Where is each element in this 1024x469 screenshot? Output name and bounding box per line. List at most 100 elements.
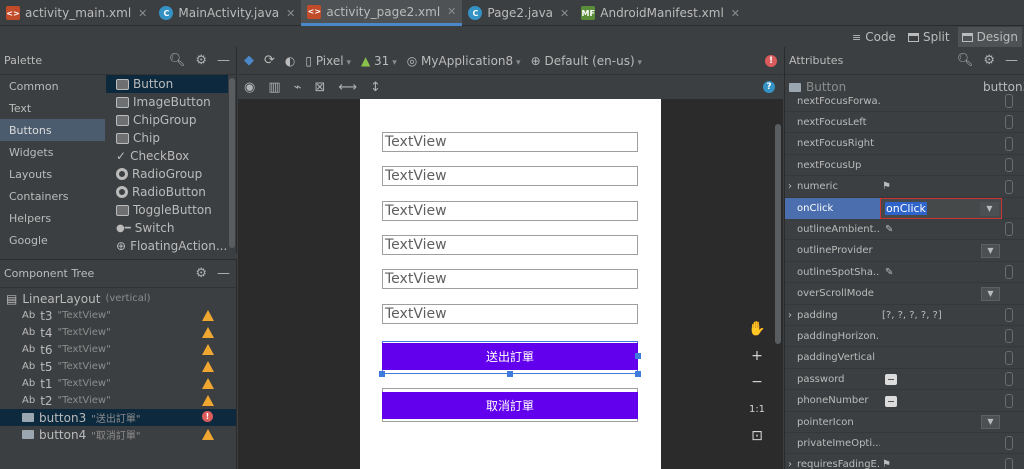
warning-icon[interactable] bbox=[202, 361, 214, 372]
category-helpers[interactable]: Helpers bbox=[0, 207, 105, 229]
attribute-row[interactable]: pointerIcon ▼ bbox=[785, 412, 1024, 433]
attribute-row[interactable]: overScrollMode ▼ bbox=[785, 284, 1024, 305]
palette-item-radiogroup[interactable]: RadioGroup bbox=[106, 165, 228, 183]
toggle-icon[interactable] bbox=[885, 395, 897, 407]
palette-item-checkbox[interactable]: ✓ CheckBox bbox=[106, 147, 228, 165]
align-vertical-icon[interactable]: ↕ bbox=[370, 80, 381, 95]
tree-item-t6[interactable]: Ab t6 "TextView" bbox=[0, 341, 236, 358]
attribute-row[interactable]: outlineProvider ▼ bbox=[785, 241, 1024, 262]
tree-item-t5[interactable]: Ab t5 "TextView" bbox=[0, 358, 236, 375]
attribute-row[interactable]: paddingVertical bbox=[785, 348, 1024, 369]
attribute-row[interactable]: privateImeOpti... bbox=[785, 433, 1024, 455]
attribute-row[interactable]: nextFocusForwa... bbox=[785, 91, 1024, 112]
resource-browse-icon[interactable] bbox=[1005, 136, 1013, 151]
category-layouts[interactable]: Layouts bbox=[0, 163, 105, 185]
palette-item-togglebutton[interactable]: ToggleButton bbox=[106, 201, 228, 219]
attribute-row[interactable]: › padding [?, ?, ?, ?, ?] bbox=[785, 305, 1024, 326]
close-icon[interactable]: ✕ bbox=[447, 5, 456, 18]
attribute-row[interactable]: outlineAmbient... ✎ bbox=[785, 219, 1024, 241]
theme-dropdown[interactable]: ◎ MyApplication8 bbox=[407, 54, 521, 68]
flag-icon[interactable]: ⚑ bbox=[882, 181, 891, 192]
magnet-off-icon[interactable]: ⌁ bbox=[294, 80, 302, 95]
preview-submit-button[interactable]: 送出訂單 bbox=[382, 343, 638, 370]
device-dropdown[interactable]: ▯ Pixel bbox=[305, 54, 351, 68]
attribute-row[interactable]: › numeric ⚑ bbox=[785, 177, 1024, 198]
resource-browse-icon[interactable] bbox=[1005, 350, 1013, 365]
resource-browse-icon[interactable] bbox=[1005, 222, 1013, 237]
warning-icon[interactable] bbox=[202, 327, 214, 338]
tab-mainactivity-java[interactable]: C MainActivity.java ✕ bbox=[153, 0, 301, 26]
warning-icon[interactable] bbox=[202, 344, 214, 355]
canvas-scrollbar[interactable] bbox=[775, 124, 781, 344]
resource-browse-icon[interactable] bbox=[1005, 308, 1013, 322]
close-icon[interactable]: ✕ bbox=[731, 7, 740, 20]
attribute-row[interactable]: phoneNumber bbox=[785, 391, 1024, 412]
category-google[interactable]: Google bbox=[0, 229, 105, 251]
close-icon[interactable]: ✕ bbox=[138, 7, 147, 20]
warning-icon[interactable] bbox=[202, 310, 214, 321]
minimize-icon[interactable]: — bbox=[217, 266, 230, 281]
palette-item-imagebutton[interactable]: ImageButton bbox=[106, 93, 228, 111]
attribute-row[interactable]: nextFocusRight bbox=[785, 134, 1024, 155]
search-icon[interactable]: 🔍︎ bbox=[169, 53, 186, 68]
preview-textview-t2[interactable]: TextView bbox=[382, 304, 638, 324]
align-horizontal-icon[interactable]: ⟷ bbox=[338, 80, 357, 95]
close-icon[interactable]: ✕ bbox=[560, 7, 569, 20]
tab-page2-java[interactable]: C Page2.java ✕ bbox=[462, 0, 575, 26]
resource-browse-icon[interactable] bbox=[1005, 115, 1013, 130]
resize-handle[interactable] bbox=[635, 353, 641, 359]
zoom-out-button[interactable]: − bbox=[746, 373, 768, 392]
chevron-down-icon[interactable]: ▼ bbox=[981, 243, 1000, 258]
chevron-down-icon[interactable]: ▼ bbox=[981, 415, 1000, 429]
palette-item-radiobutton[interactable]: RadioButton bbox=[106, 183, 228, 201]
api-dropdown[interactable]: ▲ 31 bbox=[361, 54, 397, 68]
color-picker-icon[interactable]: ✎ bbox=[885, 267, 893, 278]
clear-constraints-icon[interactable]: ⊠ bbox=[314, 80, 325, 95]
gear-icon[interactable]: ⚙ bbox=[195, 266, 207, 281]
category-text[interactable]: Text bbox=[0, 97, 105, 119]
expand-chevron-icon[interactable]: › bbox=[788, 181, 792, 192]
zoom-fit-icon[interactable]: ⊡ bbox=[746, 426, 768, 445]
design-mode-button[interactable]: Design bbox=[957, 27, 1022, 47]
pan-hand-icon[interactable]: ✋ bbox=[746, 320, 768, 339]
attribute-row[interactable]: outlineSpotSha... ✎ bbox=[785, 262, 1024, 284]
phone-preview[interactable]: TextView TextView TextView TextView Text… bbox=[360, 99, 661, 469]
warning-icon[interactable] bbox=[202, 429, 214, 440]
resource-browse-icon[interactable] bbox=[1005, 329, 1013, 344]
preview-textview-t1[interactable]: TextView bbox=[382, 269, 638, 289]
warning-icon[interactable] bbox=[202, 378, 214, 389]
close-icon[interactable]: ✕ bbox=[286, 7, 295, 20]
attribute-row[interactable]: onClick onClick ▼ bbox=[785, 197, 1024, 219]
attribute-row[interactable]: › requiresFadingE... ⚑ bbox=[785, 455, 1024, 469]
attribute-row[interactable]: paddingHorizon... bbox=[785, 326, 1024, 348]
tab-activity-page2-xml[interactable]: <> activity_page2.xml ✕ bbox=[301, 0, 463, 26]
layers-icon[interactable]: ◆ bbox=[244, 53, 254, 68]
help-icon[interactable]: ? bbox=[763, 81, 775, 93]
color-picker-icon[interactable]: ✎ bbox=[885, 224, 893, 235]
tree-item-t1[interactable]: Ab t1 "TextView" bbox=[0, 375, 236, 392]
resource-browse-icon[interactable] bbox=[1005, 457, 1013, 469]
resource-browse-icon[interactable] bbox=[1005, 94, 1013, 108]
attribute-value[interactable]: [?, ?, ?, ?, ?] bbox=[882, 310, 942, 321]
category-common[interactable]: Common bbox=[0, 75, 105, 97]
toggle-icon[interactable] bbox=[885, 374, 897, 386]
minimize-icon[interactable]: — bbox=[217, 53, 230, 68]
tree-item-button3[interactable]: button3 "送出訂單" ! bbox=[0, 409, 236, 426]
preview-textview-t6[interactable]: TextView bbox=[382, 201, 638, 221]
split-mode-button[interactable]: Split bbox=[904, 27, 954, 47]
category-widgets[interactable]: Widgets bbox=[0, 141, 105, 163]
tree-item-button4[interactable]: button4 "取消訂單" bbox=[0, 426, 236, 443]
preview-textview-t5[interactable]: TextView bbox=[382, 235, 638, 255]
tab-activity-main-xml[interactable]: <> activity_main.xml ✕ bbox=[0, 0, 153, 26]
flag-icon[interactable]: ⚑ bbox=[882, 459, 891, 469]
attribute-row[interactable]: nextFocusUp bbox=[785, 155, 1024, 177]
code-mode-button[interactable]: ≡ Code bbox=[848, 27, 900, 47]
tab-androidmanifest-xml[interactable]: MF AndroidManifest.xml ✕ bbox=[575, 0, 746, 26]
blueprint-icon[interactable]: ▥ bbox=[268, 80, 280, 95]
palette-item-floatingaction[interactable]: ⊕ FloatingAction... bbox=[106, 237, 228, 255]
tree-item-t4[interactable]: Ab t4 "TextView" bbox=[0, 324, 236, 341]
resource-browse-icon[interactable] bbox=[1005, 179, 1013, 194]
palette-item-switch[interactable]: ●━ Switch bbox=[106, 219, 228, 237]
category-containers[interactable]: Containers bbox=[0, 185, 105, 207]
palette-item-chip[interactable]: Chip bbox=[106, 129, 228, 147]
